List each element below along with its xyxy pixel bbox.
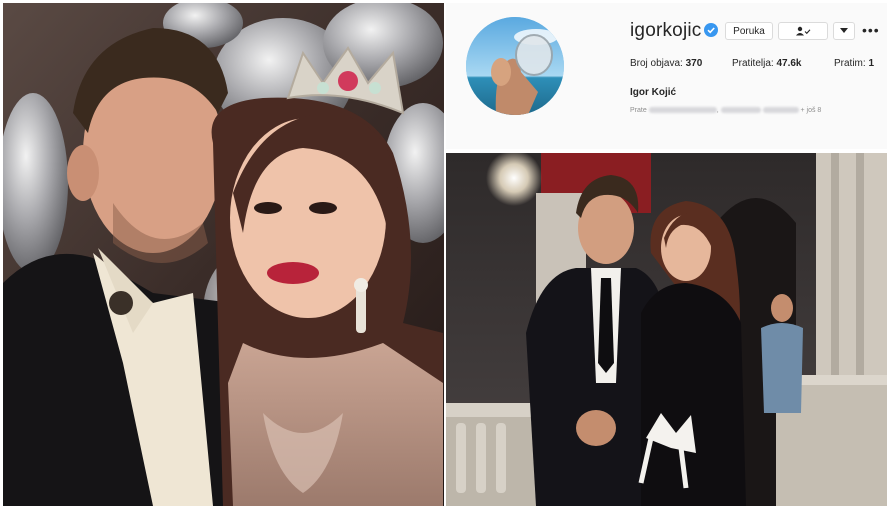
followed-by-line[interactable]: Prate , + još 8 (630, 107, 821, 114)
verified-badge-icon (704, 23, 718, 37)
profile-full-name: Igor Kojić (630, 87, 677, 98)
blurred-follower-name (762, 107, 799, 114)
profile-header: igorkojic Poruka ••• Broj objava: 370 Pr… (446, 3, 887, 149)
chevron-down-icon (840, 28, 848, 33)
profile-username: igorkojic (630, 20, 702, 41)
blurred-follower-name (720, 107, 761, 114)
following-button[interactable] (778, 22, 828, 40)
more-dots-icon[interactable]: ••• (862, 22, 880, 38)
avatar-image (466, 17, 564, 115)
user-check-icon (796, 26, 811, 36)
photo-couple-event (446, 153, 887, 506)
profile-avatar[interactable] (466, 17, 564, 115)
blurred-follower-name (648, 107, 717, 114)
photo-couple-event-image (446, 153, 887, 506)
message-button[interactable]: Poruka (725, 22, 773, 40)
photo-couple-selfie-image (3, 3, 444, 506)
suggested-dropdown-button[interactable] (833, 22, 855, 40)
posts-count: Broj objava: 370 (630, 58, 703, 69)
photo-couple-selfie (3, 3, 444, 506)
followers-count[interactable]: Pratitelja: 47.6k (732, 58, 802, 69)
following-count[interactable]: Pratim: 1 (834, 58, 874, 69)
